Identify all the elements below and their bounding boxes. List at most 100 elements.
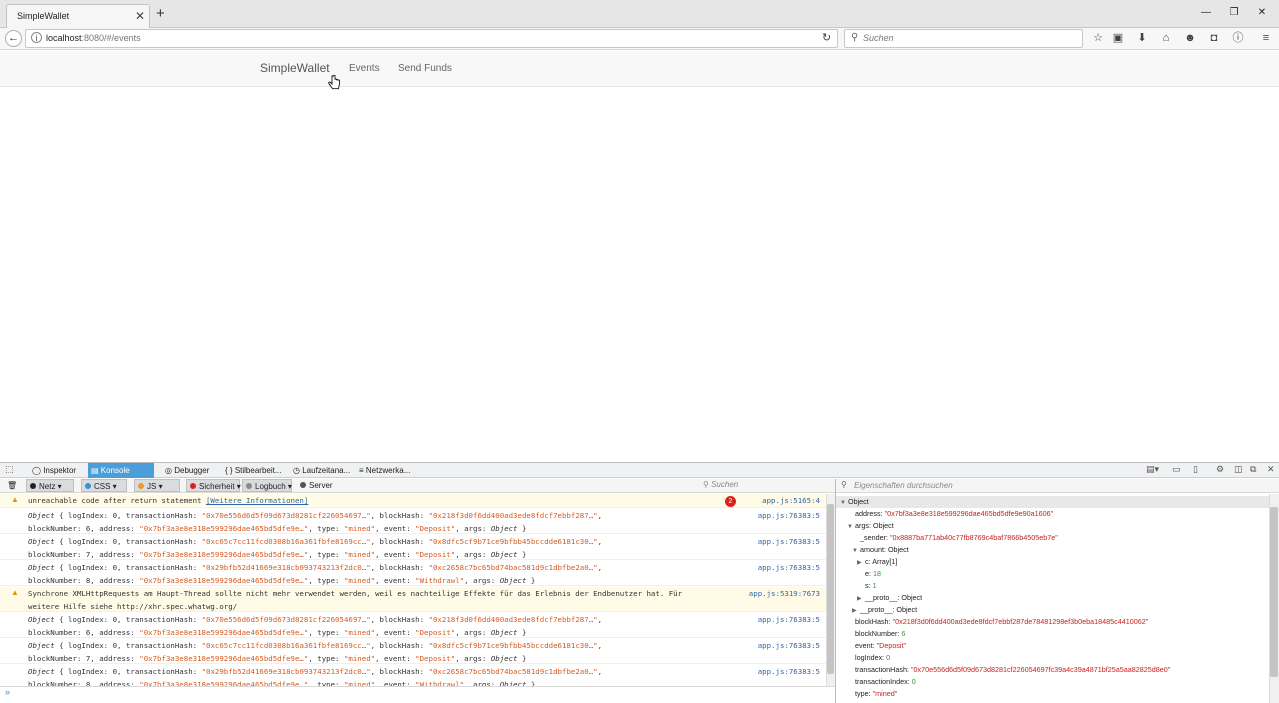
source-link[interactable]: app.js:76383:5 bbox=[758, 536, 820, 549]
object-link[interactable]: Object bbox=[28, 667, 55, 676]
tab-label: Debugger bbox=[174, 466, 210, 475]
chevron-down-icon[interactable]: ▾ bbox=[286, 482, 292, 491]
filter-sicherheit[interactable]: Sicherheit ▾ bbox=[186, 479, 241, 492]
split-console-icon[interactable]: ▤▾ bbox=[1146, 464, 1159, 475]
variables-scroll-thumb[interactable] bbox=[1270, 507, 1278, 677]
source-link[interactable]: app.js:76383:5 bbox=[758, 666, 820, 679]
filter-label: JS bbox=[147, 482, 157, 491]
back-button[interactable]: ← bbox=[5, 30, 22, 47]
source-link[interactable]: app.js:76383:5 bbox=[758, 640, 820, 653]
source-link[interactable]: app.js:5319:7673 bbox=[749, 588, 820, 601]
tab-label: Laufzeitana... bbox=[302, 466, 351, 475]
variable-row: type: "mined" bbox=[847, 688, 897, 700]
source-link[interactable]: app.js:76383:5 bbox=[758, 510, 820, 523]
tab-network[interactable]: ≡ Netzwerka... bbox=[356, 463, 413, 478]
tab-debugger[interactable]: ◎ Debugger bbox=[162, 463, 212, 478]
properties-search-input[interactable]: ⚲ Eigenschaften durchsuchen bbox=[836, 479, 1279, 493]
tab-performance[interactable]: ◷ Laufzeitana... bbox=[290, 463, 353, 478]
minimize-icon[interactable]: — bbox=[1199, 6, 1213, 20]
info-icon[interactable]: ⓘ bbox=[1231, 31, 1245, 45]
object-link[interactable]: Object bbox=[28, 615, 55, 624]
more-info-link[interactable]: [Weitere Informationen] bbox=[206, 496, 308, 505]
object-link[interactable]: Object bbox=[28, 511, 55, 520]
chevron-down-icon[interactable]: ▾ bbox=[156, 482, 163, 491]
site-info-icon[interactable]: i bbox=[31, 32, 42, 43]
console-log-row: Object { logIndex: 0, transactionHash: "… bbox=[0, 665, 826, 686]
source-link[interactable]: app.js:5165:4 bbox=[762, 495, 820, 508]
responsive-icon[interactable]: ▯ bbox=[1193, 464, 1198, 475]
restore-icon[interactable]: ❐ bbox=[1227, 6, 1241, 20]
object-link[interactable]: Object bbox=[28, 641, 55, 650]
filter-dot-icon bbox=[246, 483, 252, 489]
devtools-close-icon[interactable]: ✕ bbox=[1267, 464, 1275, 475]
chevron-down-icon[interactable]: ▾ bbox=[235, 482, 241, 491]
chevron-down-icon[interactable]: ▾ bbox=[55, 482, 62, 491]
filter-dot-icon bbox=[138, 483, 144, 489]
pick-element-icon[interactable]: ⬚ bbox=[5, 464, 14, 475]
variable-row[interactable]: ▼ Object bbox=[836, 496, 1269, 508]
object-link[interactable]: Object bbox=[28, 537, 55, 546]
clipboard-icon[interactable]: ▣ bbox=[1111, 31, 1125, 45]
variable-row: transactionHash: "0x70e556d6d5f09d673d82… bbox=[847, 664, 1170, 676]
chat-icon[interactable]: ☻ bbox=[1183, 31, 1197, 45]
warning-icon: ▲ bbox=[11, 588, 19, 597]
variable-row[interactable]: ▶ c: Array[1] bbox=[857, 556, 897, 568]
variable-value: 6 bbox=[901, 629, 906, 638]
variable-key: args: bbox=[855, 521, 873, 530]
console-search-input[interactable]: ⚲ Suchen bbox=[703, 480, 833, 492]
browser-titlebar: SimpleWallet ✕ + — ❐ ✕ bbox=[0, 0, 1279, 28]
nav-events-link[interactable]: Events bbox=[349, 63, 380, 74]
variable-row[interactable]: ▼ args: Object bbox=[847, 520, 894, 532]
console-scroll-thumb[interactable] bbox=[827, 504, 834, 674]
filter-dot-icon bbox=[300, 482, 306, 488]
source-link[interactable]: app.js:76383:5 bbox=[758, 562, 820, 575]
variable-row[interactable]: ▶ __proto__: Object bbox=[852, 604, 917, 616]
filter-js[interactable]: JS ▾ bbox=[134, 479, 180, 492]
variable-row[interactable]: ▼ amount: Object bbox=[852, 544, 909, 556]
tab-label: Konsole bbox=[100, 466, 130, 475]
browser-tab[interactable]: SimpleWallet ✕ bbox=[6, 4, 150, 28]
chevron-down-icon[interactable]: ▾ bbox=[110, 482, 117, 491]
browser-search-input[interactable]: ⚲ Suchen bbox=[844, 29, 1083, 48]
filter-netz[interactable]: Netz ▾ bbox=[26, 479, 74, 492]
filter-label: Logbuch bbox=[255, 482, 286, 491]
pocket-icon[interactable]: ◘ bbox=[1207, 31, 1221, 45]
object-link[interactable]: Object bbox=[28, 563, 55, 572]
tab-inspektor[interactable]: ◯ Inspektor bbox=[29, 463, 79, 478]
console-input[interactable]: » bbox=[0, 686, 835, 699]
undock-icon[interactable]: ⧉ bbox=[1250, 464, 1256, 475]
menu-icon[interactable]: ≡ bbox=[1259, 31, 1273, 45]
tab-close-icon[interactable]: ✕ bbox=[135, 9, 145, 23]
clear-console-icon[interactable]: 🗑 bbox=[7, 479, 17, 492]
star-icon[interactable]: ☆ bbox=[1091, 31, 1105, 45]
window-close-icon[interactable]: ✕ bbox=[1255, 6, 1269, 20]
variable-row: _sender: "0x8887ba771ab40c77fb8769c4baf7… bbox=[852, 532, 1058, 544]
variable-value: "0x7bf3a3e8e318e599296dae465bd5dfe9e90a1… bbox=[884, 509, 1054, 518]
filter-css[interactable]: CSS ▾ bbox=[81, 479, 127, 492]
brand-link[interactable]: SimpleWallet bbox=[260, 61, 330, 75]
variable-row[interactable]: ▶ __proto__: Object bbox=[857, 592, 922, 604]
variable-row: logIndex: 0 bbox=[847, 652, 890, 664]
download-icon[interactable]: ⬇ bbox=[1135, 31, 1149, 45]
filter-server[interactable]: Server bbox=[297, 479, 341, 492]
new-tab-icon[interactable]: + bbox=[156, 6, 165, 21]
variable-value: "mined" bbox=[872, 689, 898, 698]
console-log-row: Object { logIndex: 0, transactionHash: "… bbox=[0, 613, 826, 638]
source-link[interactable]: app.js:76383:5 bbox=[758, 614, 820, 627]
filter-logbuch[interactable]: Logbuch ▾ bbox=[242, 479, 292, 492]
url-bar[interactable]: i localhost:8080/#/events ↻ bbox=[25, 29, 838, 48]
log-message: Object { logIndex: 0, transactionHash: "… bbox=[28, 537, 603, 559]
scratchpad-icon[interactable]: ▭ bbox=[1172, 464, 1181, 475]
tab-konsole[interactable]: ▤ Konsole bbox=[88, 463, 154, 478]
settings-icon[interactable]: ⚙ bbox=[1216, 464, 1224, 475]
variable-value: "0x218f3d0f6dd400ad3ede8fdcf7ebbf287de78… bbox=[892, 617, 1149, 626]
url-path: :8080/#/events bbox=[81, 33, 141, 43]
tab-style-editor[interactable]: { } Stilbearbeit... bbox=[222, 463, 285, 478]
reload-icon[interactable]: ↻ bbox=[822, 31, 831, 44]
variable-key: e: bbox=[865, 569, 873, 578]
nav-send-funds-link[interactable]: Send Funds bbox=[398, 63, 452, 74]
dock-side-icon[interactable]: ◫ bbox=[1234, 464, 1243, 475]
log-message: unreachable code after return statement … bbox=[28, 495, 728, 508]
home-icon[interactable]: ⌂ bbox=[1159, 31, 1173, 45]
variables-view: ▼ Object address: "0x7bf3a3e8e318e599296da… bbox=[836, 494, 1269, 703]
